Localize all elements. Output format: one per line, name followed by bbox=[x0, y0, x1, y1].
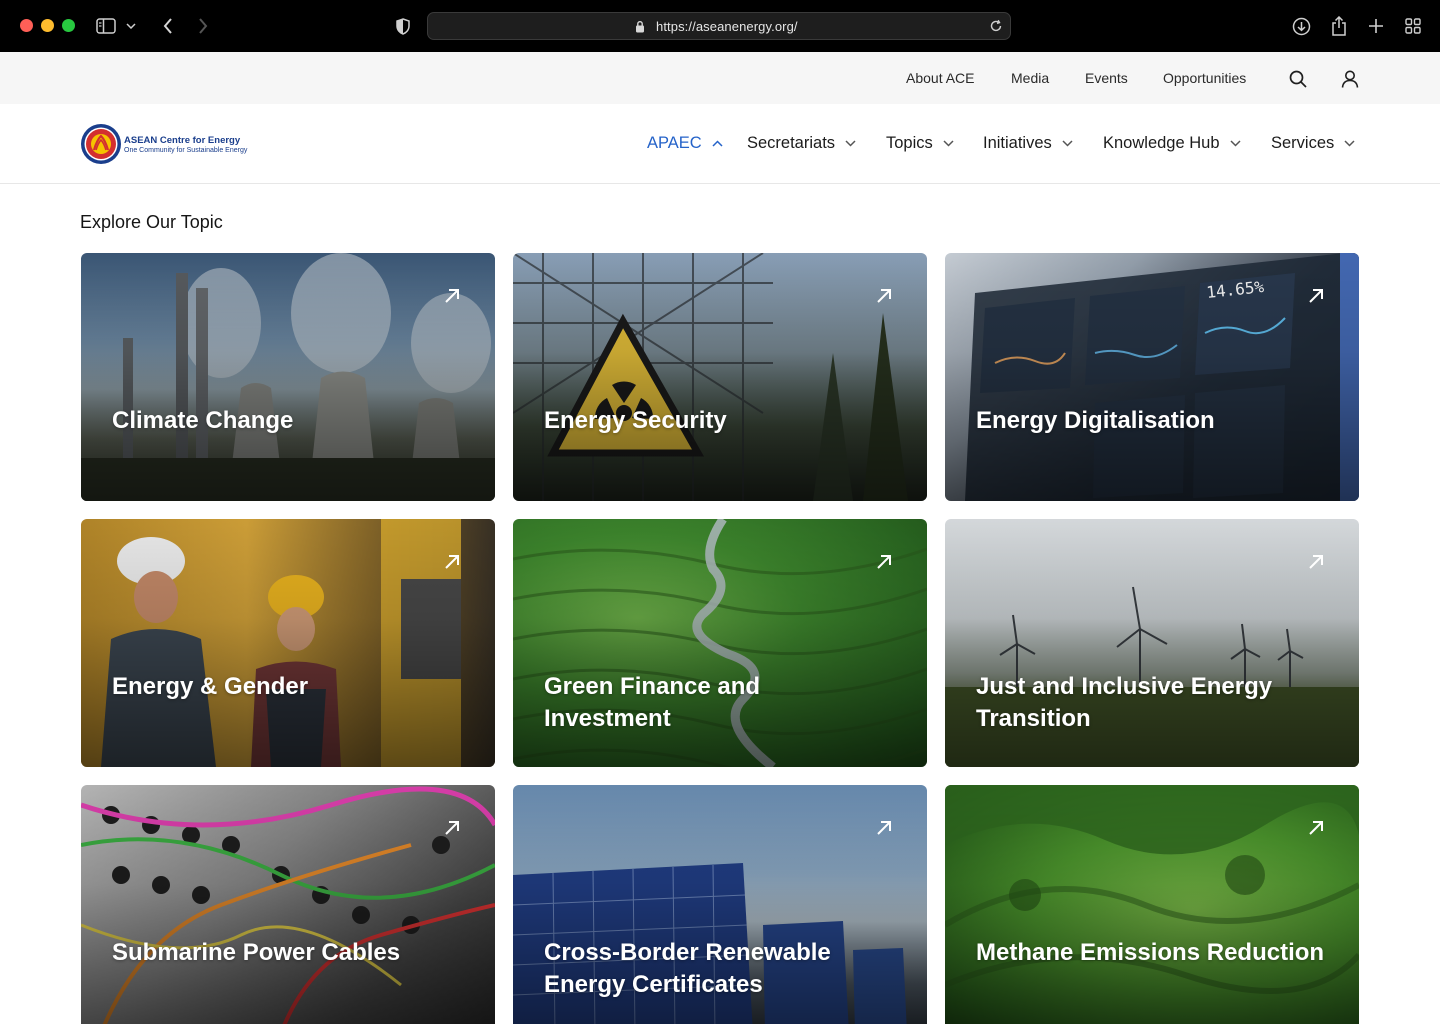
topic-card-label: Submarine Power Cables bbox=[112, 939, 401, 966]
topic-card-overlay bbox=[945, 785, 1359, 1024]
nav-item-services[interactable]: Services bbox=[1271, 134, 1355, 153]
topic-card-label: Just and Inclusive Energy Transition bbox=[976, 673, 1273, 732]
topic-card-cross-border-rec[interactable]: Cross-Border Renewable Energy Certificat… bbox=[513, 785, 927, 1024]
topic-card-green-finance[interactable]: Green Finance and Investment bbox=[513, 519, 927, 767]
chevron-down-icon bbox=[1062, 140, 1073, 147]
nav-item-label: APAEC bbox=[647, 134, 702, 152]
topic-card-overlay bbox=[513, 253, 927, 501]
url-text: https://aseanenergy.org/ bbox=[656, 19, 798, 34]
close-window-button[interactable] bbox=[20, 19, 33, 32]
nav-item-label: Topics bbox=[886, 134, 933, 152]
nav-item-label: Knowledge Hub bbox=[1103, 134, 1220, 152]
arrow-up-right-icon bbox=[1309, 289, 1323, 303]
utility-link-events[interactable]: Events bbox=[1085, 70, 1128, 86]
reload-icon[interactable] bbox=[988, 18, 1004, 39]
nav-item-label: Services bbox=[1271, 134, 1335, 152]
nav-item-initiatives[interactable]: Initiatives bbox=[983, 134, 1073, 153]
topic-card-energy-security[interactable]: Energy Security bbox=[513, 253, 927, 501]
asean-emblem-icon bbox=[81, 124, 121, 164]
utility-bar: About ACE Media Events Opportunities bbox=[0, 52, 1440, 104]
tab-overview-icon[interactable] bbox=[1403, 16, 1423, 36]
chevron-down-icon bbox=[1229, 140, 1241, 147]
address-bar[interactable]: https://aseanenergy.org/ bbox=[427, 12, 1011, 40]
topic-card-methane-emissions[interactable]: Methane Emissions Reduction bbox=[945, 785, 1359, 1024]
topic-card-overlay bbox=[81, 785, 495, 1024]
privacy-shield-icon[interactable] bbox=[393, 16, 413, 36]
nav-item-secretariats[interactable]: Secretariats bbox=[747, 134, 856, 153]
arrow-up-right-icon bbox=[877, 821, 891, 835]
window-controls bbox=[20, 19, 75, 32]
share-icon[interactable] bbox=[1329, 16, 1349, 36]
search-icon[interactable] bbox=[1287, 68, 1309, 90]
arrow-up-right-icon bbox=[1309, 555, 1323, 569]
arrow-up-right-icon bbox=[1309, 821, 1323, 835]
topic-card-climate-change[interactable]: Climate Change bbox=[81, 253, 495, 501]
nav-item-apaec[interactable]: APAEC bbox=[647, 134, 723, 153]
topic-card-overlay bbox=[81, 519, 495, 767]
download-icon[interactable] bbox=[1291, 16, 1311, 36]
topic-card-energy-digitalisation[interactable]: 14.65% Energy Digitalisation bbox=[945, 253, 1359, 501]
forward-icon[interactable] bbox=[193, 16, 213, 36]
topic-card-overlay bbox=[81, 253, 495, 501]
chevron-up-icon bbox=[712, 140, 723, 147]
arrow-up-right-icon bbox=[445, 289, 459, 303]
arrow-up-right-icon bbox=[877, 555, 891, 569]
topic-card-label: Green Finance and Investment bbox=[544, 673, 761, 732]
utility-link-about-ace[interactable]: About ACE bbox=[906, 70, 975, 86]
nav-item-topics[interactable]: Topics bbox=[886, 134, 954, 153]
arrow-up-right-icon bbox=[445, 555, 459, 569]
logo-subtitle: One Community for Sustainable Energy bbox=[124, 146, 248, 154]
sidebar-toggle-icon[interactable] bbox=[96, 16, 116, 36]
browser-chrome: https://aseanenergy.org/ bbox=[0, 0, 1440, 52]
nav-item-knowledge-hub[interactable]: Knowledge Hub bbox=[1103, 134, 1241, 153]
zoom-window-button[interactable] bbox=[62, 19, 75, 32]
chevron-down-icon bbox=[943, 140, 954, 147]
topic-card-label: Energy & Gender bbox=[112, 673, 309, 700]
main-navigation: ASEAN Centre for Energy One Community fo… bbox=[0, 104, 1440, 184]
utility-link-opportunities[interactable]: Opportunities bbox=[1163, 70, 1246, 86]
topic-card-label: Climate Change bbox=[112, 407, 294, 434]
chevron-down-icon bbox=[1344, 140, 1355, 147]
tab-group-chevron-down-icon[interactable] bbox=[124, 16, 138, 36]
minimize-window-button[interactable] bbox=[41, 19, 54, 32]
nav-item-label: Secretariats bbox=[747, 134, 836, 152]
topic-card-submarine-power-cables[interactable]: Submarine Power Cables bbox=[81, 785, 495, 1024]
utility-link-media[interactable]: Media bbox=[1011, 70, 1049, 86]
topic-card-label: Energy Security bbox=[544, 407, 727, 434]
ace-logo[interactable]: ASEAN Centre for Energy One Community fo… bbox=[80, 123, 270, 165]
chevron-down-icon bbox=[845, 140, 856, 147]
section-title: Explore Our Topic bbox=[80, 212, 223, 232]
user-account-icon[interactable] bbox=[1339, 68, 1361, 90]
topic-card-label: Cross-Border Renewable Energy Certificat… bbox=[544, 939, 831, 998]
topic-card-label: Energy Digitalisation bbox=[976, 407, 1215, 434]
arrow-up-right-icon bbox=[877, 289, 891, 303]
nav-item-label: Initiatives bbox=[983, 134, 1052, 152]
topic-card-just-inclusive-transition[interactable]: Just and Inclusive Energy Transition bbox=[945, 519, 1359, 767]
arrow-up-right-icon bbox=[445, 821, 459, 835]
logo-title: ASEAN Centre for Energy bbox=[124, 134, 241, 146]
topic-card-label: Methane Emissions Reduction bbox=[976, 939, 1325, 966]
topic-card-overlay bbox=[945, 253, 1359, 501]
new-tab-plus-icon[interactable] bbox=[1366, 16, 1386, 36]
lock-icon bbox=[635, 20, 645, 38]
back-icon[interactable] bbox=[158, 16, 178, 36]
topic-card-energy-gender[interactable]: Energy & Gender bbox=[81, 519, 495, 767]
